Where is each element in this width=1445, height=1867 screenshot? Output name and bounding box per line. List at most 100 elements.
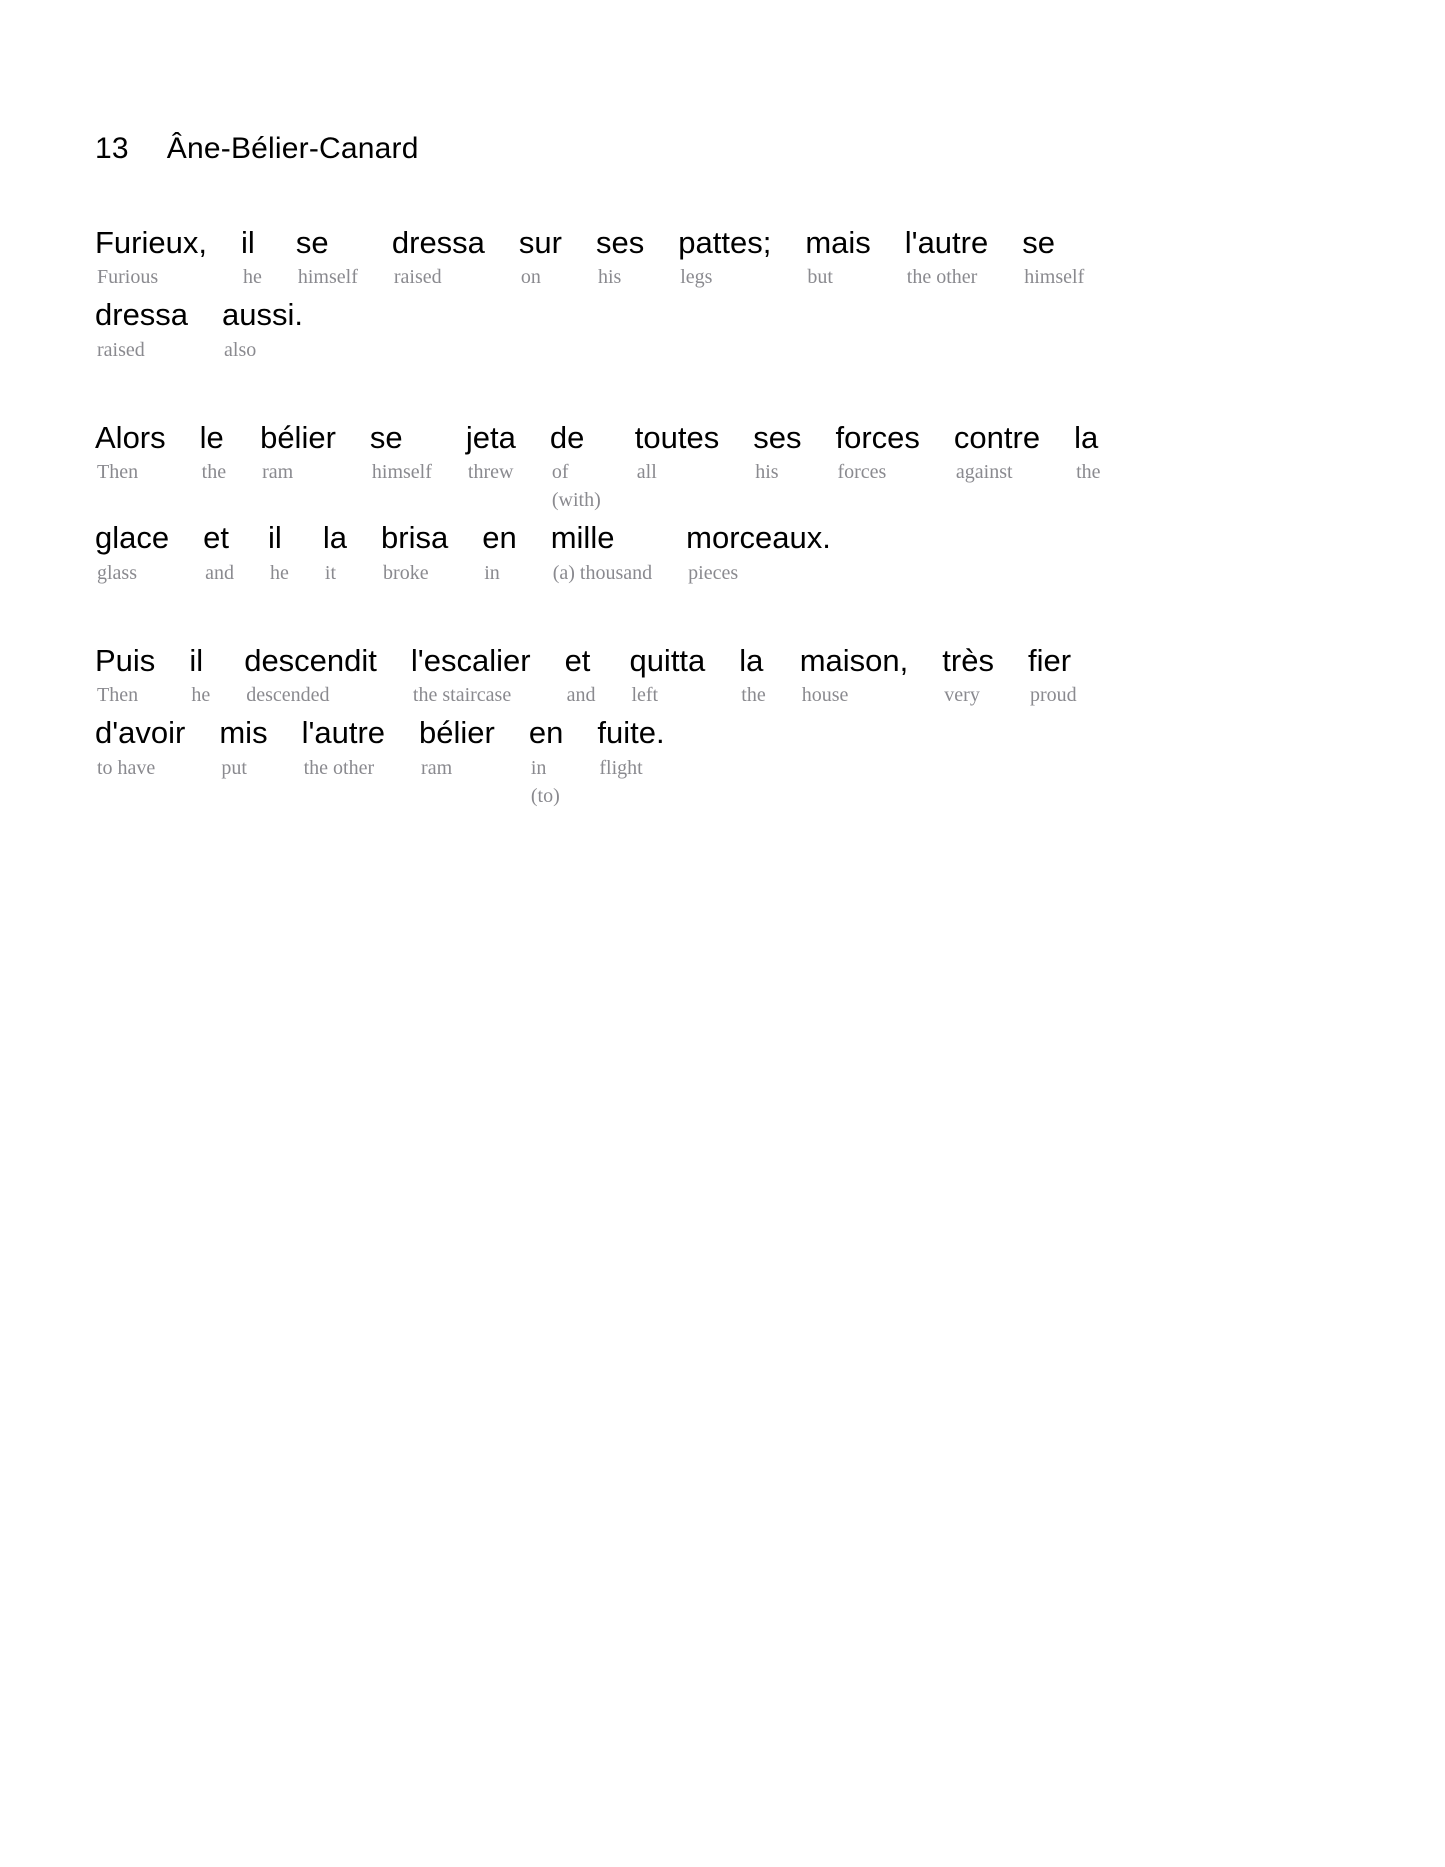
gloss-word: Furious <box>97 266 159 289</box>
source-word: descendit <box>244 642 377 678</box>
gloss-word: descended <box>246 684 330 707</box>
source-word: bélier <box>260 419 336 455</box>
gloss-word: the other <box>303 756 375 779</box>
word-gloss-pair: brisa broke <box>381 521 448 585</box>
source-word: morceaux. <box>686 520 831 556</box>
source-word: mis <box>219 715 268 751</box>
source-word: se <box>369 419 403 455</box>
source-word: la <box>322 520 348 556</box>
word-gloss-pair: il he <box>189 642 211 708</box>
word-gloss-pair: la the <box>739 642 765 708</box>
gloss-word: the other <box>906 266 978 289</box>
gloss-word: (a) thousand <box>552 561 653 584</box>
gloss-word: Then <box>97 461 139 484</box>
source-word: très <box>942 642 994 678</box>
interlinear-line: glace glass et and il he la it brisa broke en in mil… <box>95 521 1385 585</box>
word-gloss-pair: ses his <box>596 226 644 290</box>
gloss-word: glass <box>97 561 137 584</box>
source-word: l'escalier <box>410 642 531 678</box>
gloss-word-secondary: (to) <box>530 784 560 807</box>
interlinear-line: Puis Then il he descendit descended l'escalier… <box>95 642 1385 708</box>
word-gloss-pair: descendit descended <box>244 642 377 708</box>
gloss-word: raised <box>97 338 145 361</box>
source-word: ses <box>596 225 645 260</box>
gloss-word: himself <box>371 461 432 484</box>
document-page: 13 Âne-Bélier-Canard Furieux, Furious il he… <box>0 0 1445 1867</box>
source-word: d'avoir <box>95 715 186 751</box>
gloss-word: forces <box>837 461 887 484</box>
word-gloss-pair: en in (to) <box>529 716 563 808</box>
source-word: glace <box>95 520 170 556</box>
source-word: mais <box>805 225 871 260</box>
word-gloss-pair: dressa raised <box>95 298 188 362</box>
gloss-word: the <box>201 461 227 484</box>
gloss-word: ram <box>262 461 294 484</box>
gloss-word: himself <box>1024 266 1085 289</box>
gloss-word: it <box>324 561 337 584</box>
lesson-title: Âne-Bélier-Canard <box>166 132 419 165</box>
source-word: forces <box>835 419 920 455</box>
source-word: il <box>268 520 282 556</box>
gloss-word: and <box>205 561 234 584</box>
page-content: 13 Âne-Bélier-Canard Furieux, Furious il he… <box>0 0 1445 809</box>
source-word: fier <box>1027 642 1072 678</box>
interlinear-line: Alors Then le the bélier ram se himself jeta thre… <box>95 419 1385 513</box>
word-gloss-pair: le the <box>200 420 227 485</box>
gloss-word: proud <box>1029 684 1077 707</box>
gloss-word: the staircase <box>412 684 512 707</box>
word-gloss-pair: en in <box>482 521 516 585</box>
word-gloss-pair: il he <box>268 521 289 585</box>
source-word: en <box>482 520 517 556</box>
word-gloss-pair: bélier ram <box>260 419 336 485</box>
source-word: pattes; <box>678 225 772 260</box>
source-word: fuite. <box>597 715 665 751</box>
source-word: quitta <box>629 642 706 678</box>
gloss-word: put <box>221 756 247 779</box>
word-gloss-pair: fuite. flight <box>597 716 664 780</box>
word-gloss-pair: l'autre the other <box>905 226 988 290</box>
interlinear-paragraph: Alors Then le the bélier ram se himself jeta thre… <box>95 419 1385 586</box>
word-gloss-pair: se himself <box>296 226 358 290</box>
gloss-word: also <box>224 338 257 361</box>
interlinear-paragraph: Furieux, Furious il he se himself dressa raised… <box>95 226 1385 363</box>
source-word: jeta <box>465 419 516 455</box>
word-gloss-pair: il he <box>241 226 262 290</box>
gloss-word: he <box>270 561 289 584</box>
interlinear-paragraph: Puis Then il he descendit descended l'escalier… <box>95 642 1385 809</box>
source-word: l'autre <box>904 225 989 260</box>
source-word: Furieux, <box>95 225 207 260</box>
gloss-word: he <box>191 684 211 707</box>
word-gloss-pair: Alors Then <box>95 419 166 485</box>
source-word: la <box>739 642 764 678</box>
gloss-word: and <box>566 684 596 707</box>
gloss-word: Then <box>97 684 139 707</box>
word-gloss-pair: se himself <box>369 419 432 485</box>
source-word: Alors <box>95 419 166 455</box>
word-gloss-pair: l'escalier the staircase <box>410 642 531 708</box>
word-gloss-pair: forces forces <box>835 419 920 485</box>
interlinear-line: dressa raised aussi. also <box>95 298 1385 362</box>
source-word: dressa <box>391 225 485 260</box>
word-gloss-pair: morceaux. pieces <box>686 521 831 585</box>
word-gloss-pair: et and <box>203 521 234 585</box>
word-gloss-pair: Furieux, Furious <box>95 226 207 290</box>
source-word: il <box>189 642 204 678</box>
word-gloss-pair: bélier ram <box>419 716 495 780</box>
source-word: se <box>1022 225 1055 260</box>
source-word: bélier <box>419 715 495 751</box>
gloss-word: flight <box>599 756 643 779</box>
gloss-word: the <box>1076 461 1101 484</box>
word-gloss-pair: mais but <box>805 226 870 290</box>
word-gloss-pair: la the <box>1074 420 1101 485</box>
source-word: contre <box>953 419 1041 455</box>
word-gloss-pair: fier proud <box>1027 642 1077 708</box>
word-gloss-pair: mis put <box>219 716 267 780</box>
source-word: mille <box>550 520 615 556</box>
word-gloss-pair: ses his <box>753 420 801 485</box>
gloss-word: but <box>807 266 833 289</box>
source-word: Puis <box>95 642 156 678</box>
source-word: de <box>549 419 585 455</box>
source-word: dressa <box>95 297 189 333</box>
word-gloss-pair: très very <box>942 642 994 708</box>
gloss-word: himself <box>297 266 358 289</box>
